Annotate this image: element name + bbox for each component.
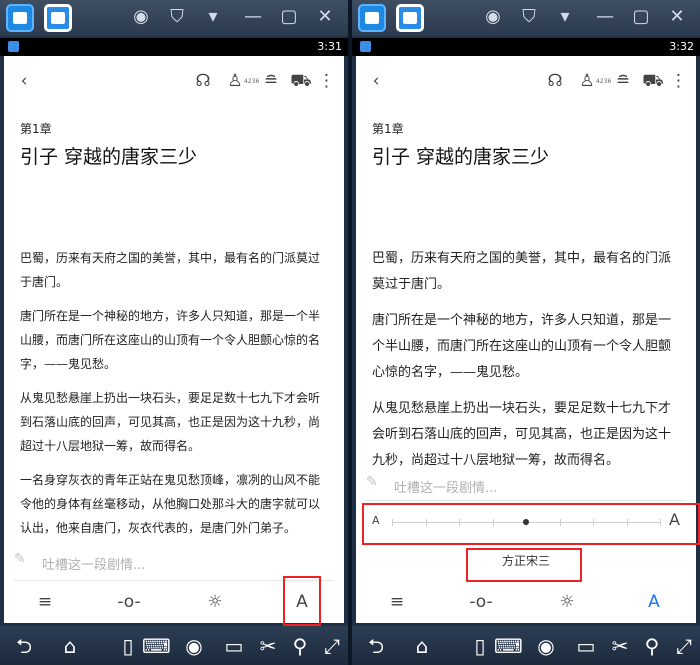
paragraph: 唐门所在是一个神秘的地方，许多人只知道，那是一个半山腰，而唐门所在这座山的山顶有…	[372, 313, 672, 380]
comment-placeholder: 吐槽这一段剧情...	[394, 481, 498, 496]
paragraph: 从鬼见愁悬崖上扔出一块石头，要足足数十七九下才会听到石落山底的回声，可见其高，也…	[20, 391, 321, 453]
listeners-icon[interactable]: ♙	[576, 70, 598, 92]
chapter-title: 引子 穿越的唐家三少	[20, 146, 198, 168]
maximize-icon[interactable]: ▢	[630, 6, 652, 28]
android-status-bar: 3:31	[0, 38, 348, 56]
brightness-icon[interactable]: ☼	[200, 589, 230, 615]
chapter-body: 巴蜀，历来有天府之国的美誉，其中，最有名的门派莫过于唐门。 唐门所在是一个神秘的…	[20, 246, 328, 550]
home-tab-icon[interactable]	[358, 4, 386, 32]
shirt-icon[interactable]: ⛉	[518, 6, 540, 28]
menu-icon[interactable]: ≡	[382, 589, 412, 615]
font-settings-button[interactable]: A	[639, 589, 669, 615]
brightness-icon[interactable]: ☼	[552, 589, 582, 615]
paragraph: 唐门所在是一个神秘的地方，许多人只知道，那是一个半山腰，而唐门所在这座山的山顶有…	[20, 309, 321, 371]
close-icon[interactable]: ✕	[314, 6, 336, 28]
listen-count: 4236	[244, 78, 260, 85]
reader-bottom-toolbar: ≡ -o- ☼ A	[356, 581, 696, 625]
divider	[366, 500, 686, 501]
listeners-icon[interactable]: ♙	[224, 70, 246, 92]
catalog-icon[interactable]: ≘	[260, 70, 282, 92]
back-nav-icon[interactable]: ⮌	[10, 632, 38, 660]
paragraph: 巴蜀，历来有天府之国的美誉，其中，最有名的门派莫过于唐门。	[372, 251, 672, 292]
scissors-icon[interactable]: ✂	[254, 632, 282, 660]
more-icon[interactable]: ⋮	[318, 70, 335, 92]
progress-icon[interactable]: -o-	[466, 589, 496, 615]
fullscreen-icon[interactable]: ⤢	[318, 632, 346, 660]
home-tab-icon[interactable]	[6, 4, 34, 32]
minimize-icon[interactable]: —	[594, 6, 616, 28]
paragraph: 一名身穿灰衣的青年正站在鬼见愁顶峰，凛冽的山风不能令他的身体有丝毫移动，从他胸口…	[20, 473, 321, 535]
chapter-label: 第1章	[20, 122, 52, 136]
back-icon[interactable]: ‹	[366, 70, 386, 92]
dropdown-icon[interactable]: ▾	[202, 6, 224, 28]
location-icon[interactable]: ⚲	[638, 632, 666, 660]
progress-icon[interactable]: -o-	[114, 589, 144, 615]
location-icon[interactable]: ⚲	[286, 632, 314, 660]
catalog-icon[interactable]: ≘	[612, 70, 634, 92]
reader-header: ‹ ☊ ♙ 4236 ≘ ⛟ ⋮	[356, 56, 696, 106]
rotate-icon[interactable]: ▭	[572, 632, 600, 660]
status-time: 3:31	[317, 40, 342, 53]
highlight-box	[466, 548, 582, 582]
cart-icon[interactable]: ⛟	[642, 70, 664, 92]
comment-input[interactable]: ✎ 吐槽这一段剧情...	[366, 474, 686, 496]
back-icon[interactable]: ‹	[14, 70, 34, 92]
notification-app-icon	[360, 41, 371, 52]
notification-app-icon	[8, 41, 19, 52]
emulator-window-left: ◉ ⛉ ▾ — ▢ ✕ 3:31 ‹ ☊ ♙ 4236 ≘ ⛟ ⋮ 第1章 引子…	[0, 0, 348, 665]
more-icon[interactable]: ⋮	[670, 70, 687, 92]
listen-count: 4236	[596, 78, 612, 85]
cart-icon[interactable]: ⛟	[290, 70, 312, 92]
scissors-icon[interactable]: ✂	[606, 632, 634, 660]
reader-screen: ‹ ☊ ♙ 4236 ≘ ⛟ ⋮ 第1章 引子 穿越的唐家三少 巴蜀，历来有天府…	[4, 56, 344, 623]
eye-icon[interactable]: ◉	[532, 632, 560, 660]
comment-input[interactable]: ✎ 吐槽这一段剧情...	[14, 551, 334, 573]
chapter-body: 巴蜀，历来有天府之国的美誉，其中，最有名的门派莫过于唐门。 唐门所在是一个神秘的…	[372, 246, 680, 484]
highlight-box	[362, 503, 700, 545]
android-status-bar: 3:32	[352, 38, 700, 56]
rotate-icon[interactable]: ▭	[220, 632, 248, 660]
headphones-icon[interactable]: ☊	[192, 70, 214, 92]
account-icon[interactable]: ◉	[130, 6, 152, 28]
chapter-label: 第1章	[372, 122, 404, 136]
close-icon[interactable]: ✕	[666, 6, 688, 28]
emulator-title-bar: ◉ ⛉ ▾ — ▢ ✕	[352, 0, 700, 36]
fullscreen-icon[interactable]: ⤢	[670, 632, 698, 660]
emulator-window-right: ◉ ⛉ ▾ — ▢ ✕ 3:32 ‹ ☊ ♙ 4236 ≘ ⛟ ⋮ 第1章 引子…	[352, 0, 700, 665]
home-nav-icon[interactable]: ⌂	[56, 632, 84, 660]
chapter-title: 引子 穿越的唐家三少	[372, 146, 550, 168]
minimize-icon[interactable]: —	[242, 6, 264, 28]
keyboard-icon[interactable]: ⌨	[142, 632, 171, 660]
shirt-icon[interactable]: ⛉	[166, 6, 188, 28]
maximize-icon[interactable]: ▢	[278, 6, 300, 28]
reader-app-tab-icon[interactable]	[396, 4, 424, 32]
reader-app-tab-icon[interactable]	[44, 4, 72, 32]
back-nav-icon[interactable]: ⮌	[362, 632, 390, 660]
reader-header: ‹ ☊ ♙ 4236 ≘ ⛟ ⋮	[4, 56, 344, 106]
headphones-icon[interactable]: ☊	[544, 70, 566, 92]
emulator-title-bar: ◉ ⛉ ▾ — ▢ ✕	[0, 0, 348, 36]
pen-icon: ✎	[366, 474, 378, 490]
emulator-nav-bar: ⮌ ⌂ ▯ ⌨ ◉ ▭ ✂ ⚲ ⤢	[0, 626, 348, 665]
phone-mode-icon[interactable]: ▯	[114, 632, 142, 660]
eye-icon[interactable]: ◉	[180, 632, 208, 660]
phone-mode-icon[interactable]: ▯	[466, 632, 494, 660]
paragraph: 从鬼见愁悬崖上扔出一块石头，要足足数十七九下才会听到石落山底的回声，可见其高，也…	[372, 401, 672, 468]
pen-icon: ✎	[14, 551, 26, 567]
paragraph: 巴蜀，历来有天府之国的美誉，其中，最有名的门派莫过于唐门。	[20, 251, 321, 289]
home-nav-icon[interactable]: ⌂	[408, 632, 436, 660]
comment-placeholder: 吐槽这一段剧情...	[42, 558, 146, 573]
menu-icon[interactable]: ≡	[30, 589, 60, 615]
emulator-nav-bar: ⮌ ⌂ ▯ ⌨ ◉ ▭ ✂ ⚲ ⤢	[352, 626, 700, 665]
highlight-box	[283, 576, 321, 626]
status-time: 3:32	[669, 40, 694, 53]
account-icon[interactable]: ◉	[482, 6, 504, 28]
dropdown-icon[interactable]: ▾	[554, 6, 576, 28]
keyboard-icon[interactable]: ⌨	[494, 632, 523, 660]
